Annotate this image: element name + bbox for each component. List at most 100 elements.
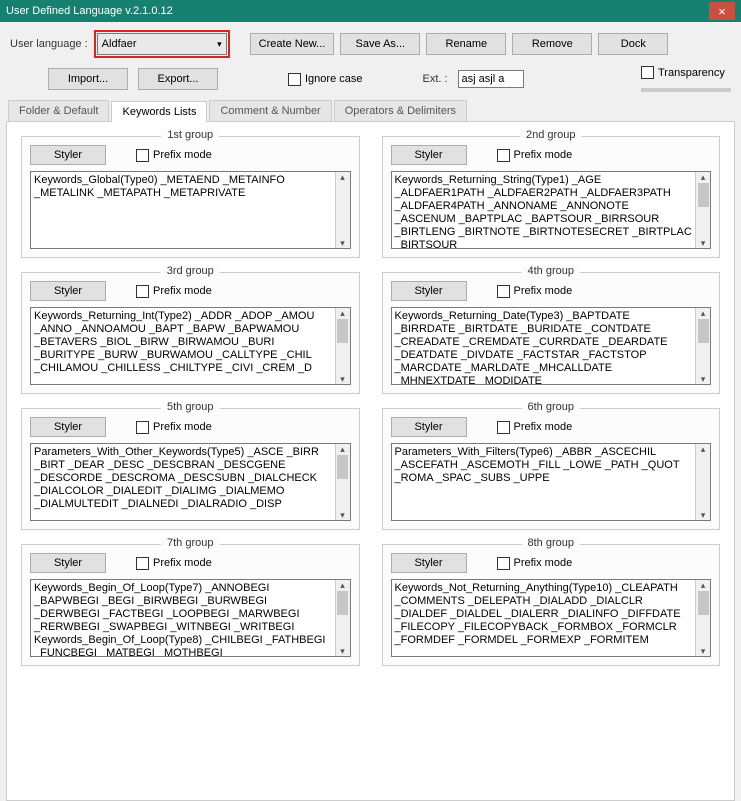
group-title: 1st group [161, 129, 219, 141]
scroll-down-icon[interactable]: ▾ [340, 238, 345, 248]
scroll-thumb[interactable] [337, 591, 348, 615]
styler-button[interactable]: Styler [391, 281, 467, 301]
prefix-mode-checkbox[interactable]: Prefix mode [136, 285, 212, 298]
scroll-thumb[interactable] [337, 319, 348, 343]
scroll-thumb[interactable] [698, 319, 709, 343]
keyword-group: 2nd groupStylerPrefix modeKeywords_Retur… [382, 136, 721, 258]
styler-button[interactable]: Styler [30, 281, 106, 301]
checkbox-icon [497, 557, 510, 570]
checkbox-icon [136, 285, 149, 298]
keywords-text: Keywords_Not_Returning_Anything(Type10) … [392, 580, 696, 656]
prefix-mode-checkbox[interactable]: Prefix mode [497, 285, 573, 298]
scroll-thumb[interactable] [698, 591, 709, 615]
keywords-textarea[interactable]: Keywords_Returning_String(Type1) _AGE _A… [391, 171, 712, 249]
scroll-up-icon[interactable]: ▴ [701, 308, 706, 318]
group-header: Styler Prefix mode [391, 281, 712, 301]
close-icon[interactable]: × [709, 2, 735, 20]
keywords-textarea[interactable]: Keywords_Global(Type0) _METAEND _METAINF… [30, 171, 351, 249]
prefix-mode-checkbox[interactable]: Prefix mode [136, 149, 212, 162]
scroll-down-icon[interactable]: ▾ [701, 510, 706, 520]
remove-button[interactable]: Remove [512, 33, 592, 55]
scroll-down-icon[interactable]: ▾ [340, 374, 345, 384]
keywords-textarea[interactable]: Keywords_Returning_Int(Type2) _ADDR _ADO… [30, 307, 351, 385]
language-select-value: Aldfaer [102, 38, 137, 50]
create-new-button[interactable]: Create New... [250, 33, 335, 55]
tab-comment-number[interactable]: Comment & Number [209, 100, 331, 121]
scroll-up-icon[interactable]: ▴ [340, 308, 345, 318]
scroll-up-icon[interactable]: ▴ [340, 580, 345, 590]
scroll-up-icon[interactable]: ▴ [701, 444, 706, 454]
tab-keywords-lists[interactable]: Keywords Lists [111, 101, 207, 122]
save-as-button[interactable]: Save As... [340, 33, 420, 55]
keywords-text: Parameters_With_Other_Keywords(Type5) _A… [31, 444, 335, 520]
keywords-text: Keywords_Returning_Int(Type2) _ADDR _ADO… [31, 308, 335, 384]
keywords-textarea[interactable]: Keywords_Returning_Date(Type3) _BAPTDATE… [391, 307, 712, 385]
checkbox-icon [497, 149, 510, 162]
prefix-mode-checkbox[interactable]: Prefix mode [136, 421, 212, 434]
transparency-slider[interactable] [641, 88, 731, 92]
prefix-mode-checkbox[interactable]: Prefix mode [497, 421, 573, 434]
tab-body: 1st group Styler Prefix mode Keywords_Globa… [6, 121, 735, 801]
group-title: 7th group [161, 537, 219, 549]
rename-button[interactable]: Rename [426, 33, 506, 55]
scroll-down-icon[interactable]: ▾ [340, 510, 345, 520]
checkbox-icon [136, 557, 149, 570]
scrollbar[interactable]: ▴▾ [335, 580, 350, 656]
scroll-thumb[interactable] [337, 455, 348, 479]
scroll-up-icon[interactable]: ▴ [701, 172, 706, 182]
scroll-down-icon[interactable]: ▾ [701, 238, 706, 248]
styler-button[interactable]: Styler [30, 417, 106, 437]
prefix-mode-checkbox[interactable]: Prefix mode [136, 557, 212, 570]
styler-button[interactable]: Styler [391, 145, 467, 165]
scroll-down-icon[interactable]: ▾ [340, 646, 345, 656]
styler-button[interactable]: Styler [391, 417, 467, 437]
ext-input[interactable]: asj asjl a [458, 70, 524, 88]
dock-button[interactable]: Dock [598, 33, 668, 55]
scrollbar[interactable]: ▴▾ [695, 444, 710, 520]
keyword-group: 1st groupStylerPrefix modeKeywords_Globa… [21, 136, 360, 258]
scroll-down-icon[interactable]: ▾ [701, 374, 706, 384]
scrollbar[interactable]: ▴▾ [695, 580, 710, 656]
ignore-case-label: Ignore case [305, 73, 362, 85]
scroll-up-icon[interactable]: ▴ [701, 580, 706, 590]
scrollbar[interactable]: ▴▾ [695, 308, 710, 384]
prefix-mode-checkbox[interactable]: Prefix mode [497, 557, 573, 570]
scrollbar[interactable]: ▴▾ [695, 172, 710, 248]
scrollbar[interactable]: ▴▾ [335, 172, 350, 248]
scroll-up-icon[interactable]: ▴ [340, 172, 345, 182]
keywords-textarea[interactable]: Keywords_Not_Returning_Anything(Type10) … [391, 579, 712, 657]
group-title: 3rd group [161, 265, 220, 277]
prefix-mode-checkbox[interactable]: Prefix mode [497, 149, 573, 162]
styler-button[interactable]: Styler [391, 553, 467, 573]
group-header: Styler Prefix mode [30, 417, 351, 437]
ignore-case-checkbox[interactable]: Ignore case [288, 73, 362, 86]
ext-value: asj asjl a [462, 73, 505, 85]
prefix-mode-label: Prefix mode [514, 149, 573, 161]
keyword-group: 4th groupStylerPrefix modeKeywords_Retur… [382, 272, 721, 394]
scrollbar[interactable]: ▴▾ [335, 444, 350, 520]
keywords-textarea[interactable]: Parameters_With_Filters(Type6) _ABBR _AS… [391, 443, 712, 521]
group-title: 4th group [522, 265, 580, 277]
styler-button[interactable]: Styler [30, 145, 106, 165]
keywords-textarea[interactable]: Keywords_Begin_Of_Loop(Type7) _ANNOBEGI … [30, 579, 351, 657]
scrollbar[interactable]: ▴▾ [335, 308, 350, 384]
group-header: Styler Prefix mode [391, 145, 712, 165]
toolbar-row-2: Import... Export... Ignore case Ext. : a… [0, 62, 741, 100]
keywords-textarea[interactable]: Parameters_With_Other_Keywords(Type5) _A… [30, 443, 351, 521]
transparency-checkbox[interactable]: Transparency [641, 66, 725, 79]
scroll-up-icon[interactable]: ▴ [340, 444, 345, 454]
checkbox-icon [136, 149, 149, 162]
import-button[interactable]: Import... [48, 68, 128, 90]
window-title: User Defined Language v.2.1.0.12 [6, 5, 173, 17]
transparency-label: Transparency [658, 67, 725, 79]
scroll-down-icon[interactable]: ▾ [701, 646, 706, 656]
prefix-mode-label: Prefix mode [153, 557, 212, 569]
group-header: Styler Prefix mode [391, 417, 712, 437]
export-button[interactable]: Export... [138, 68, 218, 90]
tab-folder-default[interactable]: Folder & Default [8, 100, 109, 121]
tab-operators-delimiters[interactable]: Operators & Delimiters [334, 100, 467, 121]
language-select[interactable]: Aldfaer ▾ [97, 33, 227, 55]
group-header: Styler Prefix mode [30, 553, 351, 573]
scroll-thumb[interactable] [698, 183, 709, 207]
styler-button[interactable]: Styler [30, 553, 106, 573]
